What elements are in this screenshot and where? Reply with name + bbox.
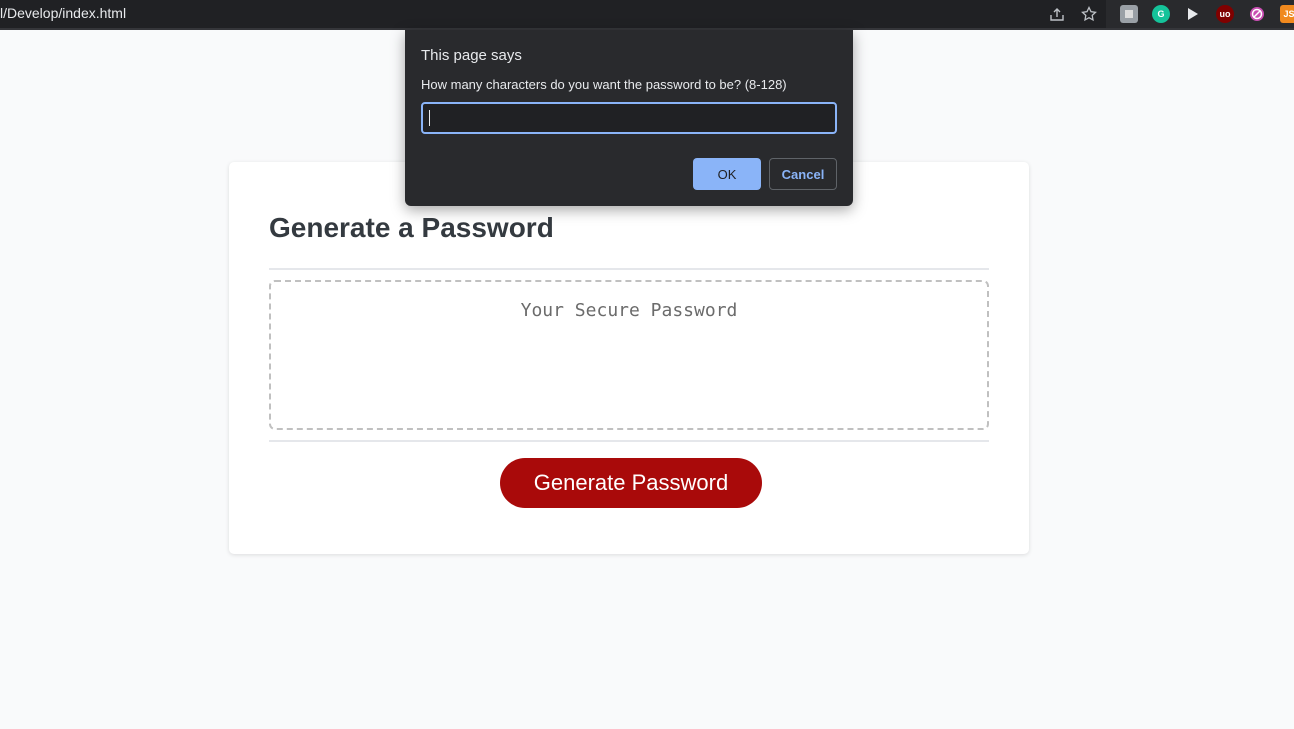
grammarly-icon[interactable]: G (1152, 5, 1170, 23)
generate-password-button[interactable]: Generate Password (500, 458, 762, 508)
dialog-input[interactable] (421, 102, 837, 134)
password-card: Generate a Password Generate Password (229, 162, 1029, 554)
extension-puzzle-icon[interactable] (1120, 5, 1138, 23)
divider-top (269, 268, 989, 270)
ublock-icon[interactable]: uo (1216, 5, 1234, 23)
divider-bottom (269, 440, 989, 442)
cancel-button[interactable]: Cancel (769, 158, 837, 190)
dialog-message: How many characters do you want the pass… (421, 77, 787, 92)
cursor-extension-icon[interactable] (1184, 5, 1202, 23)
ok-button[interactable]: OK (693, 158, 761, 190)
text-caret (429, 110, 430, 126)
browser-toolbar: l/Develop/index.html G uo JS (0, 0, 1294, 30)
blocker-icon[interactable] (1248, 5, 1266, 23)
share-icon[interactable] (1048, 5, 1066, 23)
prompt-dialog: This page says How many characters do yo… (405, 30, 853, 206)
password-display (269, 280, 989, 430)
js-extension-icon[interactable]: JS (1280, 5, 1294, 23)
password-textarea[interactable] (271, 300, 987, 428)
dialog-title: This page says (421, 47, 522, 64)
star-icon[interactable] (1080, 5, 1098, 23)
page-title: Generate a Password (269, 212, 554, 243)
address-bar-url[interactable]: l/Develop/index.html (0, 5, 126, 21)
